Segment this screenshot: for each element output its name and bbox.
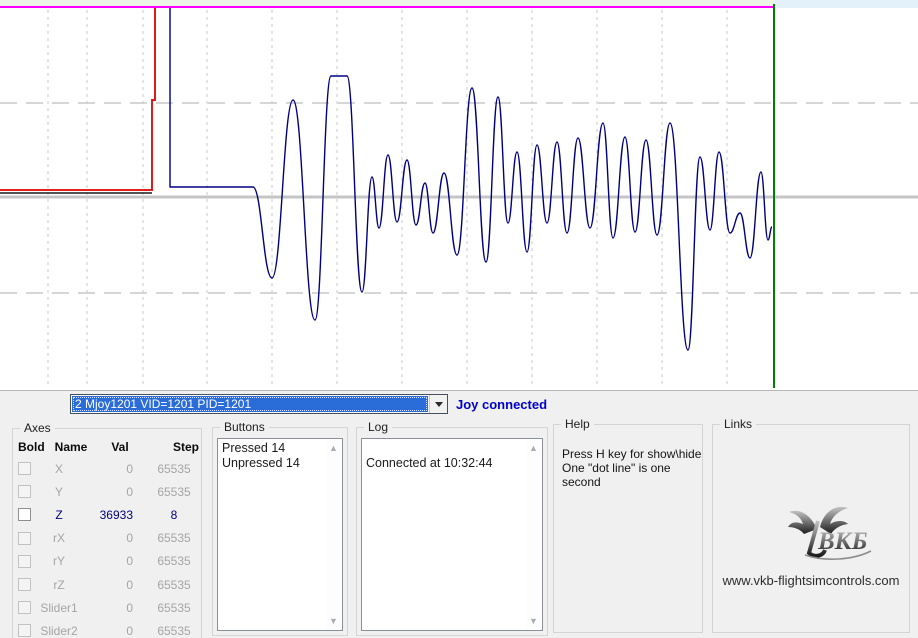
header-name: Name (47, 440, 95, 454)
log-list-scrollbar[interactable]: ▲ ▼ (526, 440, 541, 629)
axis-value: 0 (83, 485, 133, 499)
buttons-panel-title: Buttons (220, 420, 269, 434)
waveform-path (170, 8, 772, 350)
chart-top-band-left (0, 0, 774, 6)
log-panel: Log Connected at 10:32:44 ▲ ▼ (356, 427, 548, 636)
axis-step: 65535 (145, 531, 203, 545)
connection-status-text: Joy connected (456, 397, 547, 412)
axes-panel-title: Axes (20, 421, 55, 435)
axis-bold-checkbox[interactable] (18, 532, 31, 545)
axis-value: 0 (83, 601, 133, 615)
axis-step: 65535 (145, 578, 203, 592)
axis-value: 0 (83, 554, 133, 568)
header-step: Step (157, 440, 215, 454)
log-list[interactable]: Connected at 10:32:44 ▲ ▼ (361, 438, 543, 631)
axes-table-header: Bold Name Val Step (13, 437, 201, 457)
axis-step: 65535 (145, 554, 203, 568)
axis-row-slider1: Slider10 65535 (13, 596, 201, 619)
help-panel-title: Help (561, 417, 594, 431)
axis-step: 65535 (145, 462, 203, 476)
red-marker-line (0, 8, 155, 190)
chart-top-band-right (774, 0, 918, 8)
axis-bold-checkbox[interactable] (18, 624, 31, 637)
scroll-down-icon[interactable]: ▼ (529, 616, 538, 626)
help-text: Press H key for show\hideOne "dot line" … (554, 425, 702, 489)
axis-bold-checkbox[interactable] (18, 508, 31, 521)
axis-row-x: X0 65535 (13, 457, 201, 480)
logo-left-wing (788, 511, 817, 534)
axes-panel: Axes Bold Name Val Step X065535Y065535Z3… (12, 428, 202, 638)
logo-text: ВКБ (817, 528, 868, 555)
scroll-down-icon[interactable]: ▼ (329, 616, 338, 626)
joytester-window: 2 Mjoy1201 VID=1201 PID=1201 Joy connect… (0, 0, 918, 638)
axis-row-z: Z36933 8 (13, 503, 201, 526)
website-link[interactable]: www.vkb-flightsimcontrols.com (713, 573, 909, 588)
axis-value: 0 (83, 531, 133, 545)
axis-row-slider2: Slider20 65535 (13, 619, 201, 638)
help-line: One "dot line" is one second (562, 461, 702, 489)
axis-bold-checkbox[interactable] (18, 485, 31, 498)
list-item: Unpressed 14 (222, 456, 324, 471)
links-panel-title: Links (720, 417, 756, 431)
axis-step: 65535 (145, 601, 203, 615)
list-item: Connected at 10:32:44 (366, 456, 524, 471)
axis-name: X (35, 462, 83, 476)
axis-step: 8 (145, 508, 203, 522)
axis-step: 65535 (145, 624, 203, 638)
buttons-list-scrollbar[interactable]: ▲ ▼ (326, 440, 341, 629)
axis-bold-checkbox[interactable] (18, 462, 31, 475)
help-line: Press H key for show\hide (562, 447, 702, 461)
header-val: Val (95, 440, 145, 454)
axis-name: rY (35, 554, 83, 568)
axis-name: Slider1 (35, 601, 83, 615)
axis-row-y: Y0 65535 (13, 480, 201, 503)
device-select-dropdown-button[interactable] (429, 395, 447, 413)
scroll-up-icon[interactable]: ▲ (329, 443, 338, 453)
device-select-value[interactable]: 2 Mjoy1201 VID=1201 PID=1201 (72, 396, 428, 412)
help-panel: Help Press H key for show\hideOne "dot l… (553, 424, 703, 633)
axis-name: rZ (35, 578, 83, 592)
axis-value: 0 (83, 624, 133, 638)
axis-name: Slider2 (35, 624, 83, 638)
axis-value: 36933 (83, 508, 133, 522)
axis-row-rz: rZ0 65535 (13, 573, 201, 596)
buttons-panel: Buttons Pressed 14Unpressed 14 ▲ ▼ (212, 427, 348, 636)
device-select[interactable]: 2 Mjoy1201 VID=1201 PID=1201 (70, 394, 448, 414)
axis-name: rX (35, 531, 83, 545)
axis-step: 65535 (145, 485, 203, 499)
log-panel-title: Log (364, 420, 392, 434)
axis-value: 0 (83, 462, 133, 476)
axis-name: Y (35, 485, 83, 499)
axis-bold-checkbox[interactable] (18, 601, 31, 614)
axis-bold-checkbox[interactable] (18, 578, 31, 591)
scroll-up-icon[interactable]: ▲ (529, 443, 538, 453)
chart-canvas (0, 0, 918, 390)
buttons-list[interactable]: Pressed 14Unpressed 14 ▲ ▼ (217, 438, 343, 631)
axis-row-ry: rY0 65535 (13, 550, 201, 573)
list-item: Pressed 14 (222, 441, 324, 456)
axis-trace-chart (0, 0, 918, 391)
header-bold: Bold (13, 440, 47, 454)
chevron-down-icon (435, 402, 443, 407)
vkb-logo: ВКБ (787, 503, 873, 567)
axis-value: 0 (83, 578, 133, 592)
list-item (366, 441, 524, 456)
axis-bold-checkbox[interactable] (18, 555, 31, 568)
axis-name: Z (35, 508, 83, 522)
axis-row-rx: rX0 65535 (13, 527, 201, 550)
links-panel: Links ВКБ www.vkb-flightsimcontrols.com (712, 424, 910, 633)
